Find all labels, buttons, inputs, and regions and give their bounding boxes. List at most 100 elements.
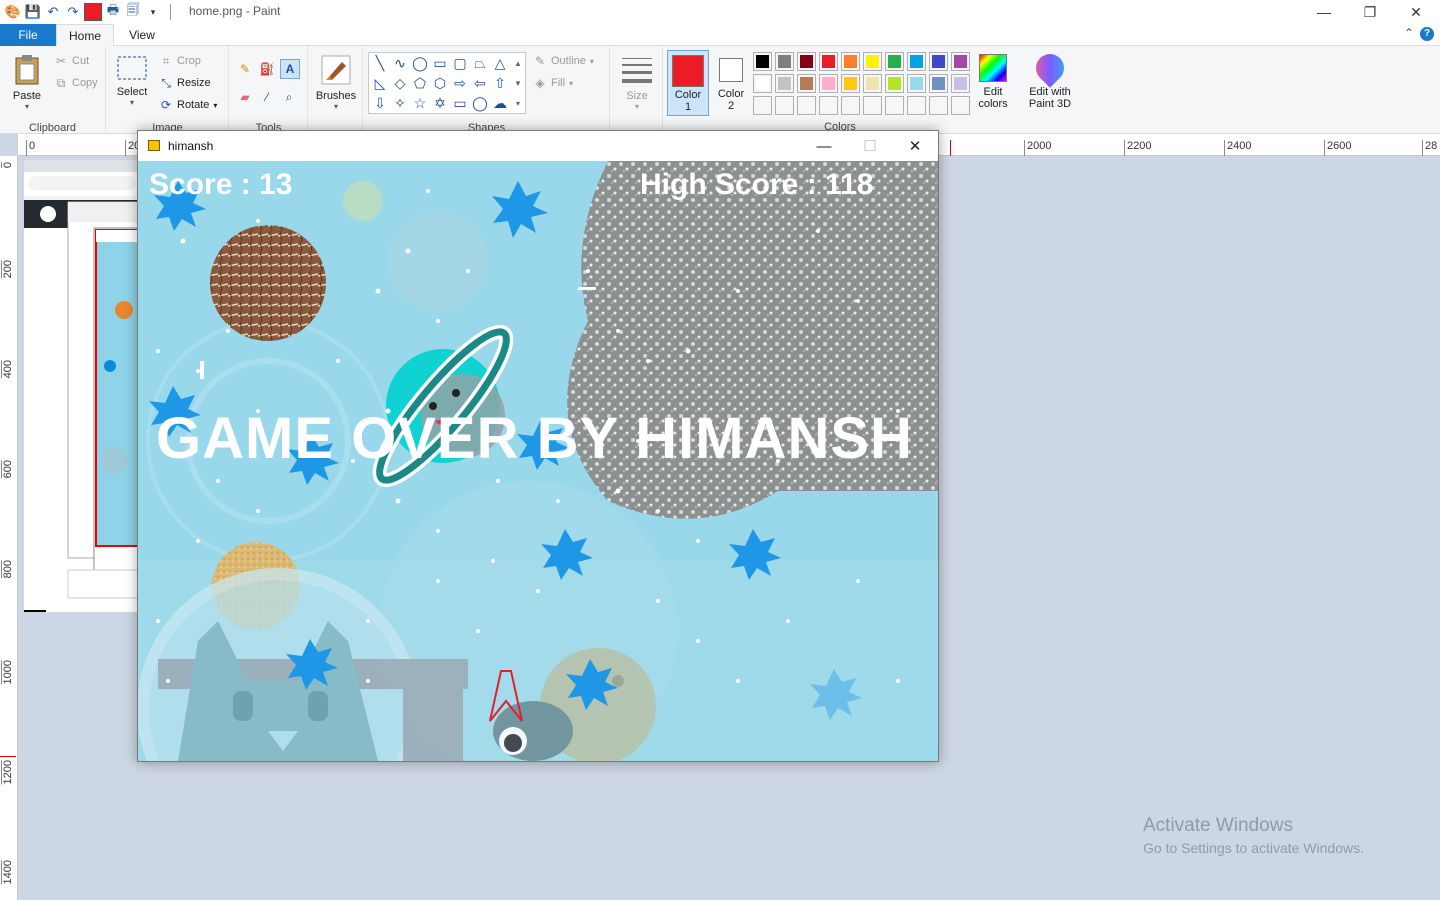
palette-custom-slot[interactable] <box>885 96 904 115</box>
rect-callout-shape-icon[interactable]: ▭ <box>451 94 469 112</box>
rectangle-shape-icon[interactable]: ▭ <box>431 54 449 72</box>
palette-color-swatch[interactable] <box>929 74 948 93</box>
palette-color-swatch[interactable] <box>863 74 882 93</box>
paste-button[interactable]: Paste ▾ <box>8 54 46 111</box>
hexagon-shape-icon[interactable]: ⬡ <box>431 74 449 92</box>
tab-file[interactable]: File <box>0 24 56 46</box>
game-window-title: himansh <box>168 139 214 153</box>
shapes-scroll-up-icon[interactable]: ▲ <box>509 54 527 72</box>
ruler-mark: 800 <box>1 560 14 579</box>
palette-custom-slot[interactable] <box>841 96 860 115</box>
game-window-title-bar[interactable]: himansh — ☐ ✕ <box>138 131 938 161</box>
pencil-icon[interactable]: ✎ <box>238 62 252 76</box>
diamond-shape-icon[interactable]: ◇ <box>391 74 409 92</box>
palette-custom-slot[interactable] <box>951 96 970 115</box>
palette-color-swatch[interactable] <box>907 52 926 71</box>
rounded-rect-shape-icon[interactable]: ▢ <box>451 54 469 72</box>
minimize-button[interactable]: — <box>1301 0 1347 24</box>
resize-button[interactable]: ⤡ Resize <box>159 76 210 90</box>
palette-custom-slot[interactable] <box>753 96 772 115</box>
outline-button[interactable]: ✎ Outline ▾ <box>533 54 594 68</box>
oval-callout-shape-icon[interactable]: ◯ <box>471 94 489 112</box>
palette-color-swatch[interactable] <box>907 74 926 93</box>
up-arrow-shape-icon[interactable]: ⇧ <box>491 74 509 92</box>
restore-button[interactable]: ❐ <box>1347 0 1393 24</box>
palette-color-swatch[interactable] <box>951 52 970 71</box>
game-window[interactable]: himansh — ☐ ✕ Score: 13 High Score: 11… <box>137 130 939 762</box>
palette-color-swatch[interactable] <box>841 74 860 93</box>
palette-color-swatch[interactable] <box>929 52 948 71</box>
pentagon-shape-icon[interactable]: ⬠ <box>411 74 429 92</box>
game-canvas[interactable]: Score : 13 High Score : 118 GAME OVER BY… <box>138 161 938 761</box>
cut-button[interactable]: ✂ Cut <box>54 54 89 68</box>
color1-button[interactable]: Color 1 <box>667 50 709 116</box>
curve-shape-icon[interactable]: ∿ <box>391 54 409 72</box>
palette-color-swatch[interactable] <box>797 74 816 93</box>
palette-custom-slot[interactable] <box>907 96 926 115</box>
left-arrow-shape-icon[interactable]: ⇦ <box>471 74 489 92</box>
save-icon[interactable]: 💾 <box>24 3 42 21</box>
right-triangle-shape-icon[interactable]: ◺ <box>371 74 389 92</box>
redo-icon[interactable]: ↷ <box>64 3 82 21</box>
game-minimize-button[interactable]: — <box>801 131 847 161</box>
fill-button[interactable]: ◈ Fill ▾ <box>533 76 573 90</box>
color2-label: Color <box>717 88 745 100</box>
palette-color-swatch[interactable] <box>885 52 904 71</box>
shapes-scroll-down-icon[interactable]: ▼ <box>509 74 527 92</box>
current-color-swatch[interactable] <box>84 3 102 21</box>
palette-custom-slot[interactable] <box>775 96 794 115</box>
collapse-ribbon-icon[interactable]: ⌃ <box>1404 26 1414 40</box>
palette-color-swatch[interactable] <box>775 52 794 71</box>
edit-colors-button[interactable]: Edit colors <box>972 54 1014 110</box>
cloud-callout-shape-icon[interactable]: ☁ <box>491 94 509 112</box>
edit-with-paint3d-button[interactable]: Edit with Paint 3D <box>1022 48 1078 110</box>
magnifier-icon[interactable]: ⌕ <box>282 90 296 104</box>
eraser-icon[interactable]: ▰ <box>238 90 252 104</box>
paint-app-icon[interactable]: 🎨 <box>4 3 22 21</box>
palette-color-swatch[interactable] <box>885 74 904 93</box>
close-button[interactable]: ✕ <box>1393 0 1439 24</box>
right-arrow-shape-icon[interactable]: ⇨ <box>451 74 469 92</box>
five-point-star-shape-icon[interactable]: ☆ <box>411 94 429 112</box>
palette-color-swatch[interactable] <box>775 74 794 93</box>
palette-color-swatch[interactable] <box>841 52 860 71</box>
palette-color-swatch[interactable] <box>797 52 816 71</box>
oval-shape-icon[interactable]: ◯ <box>411 54 429 72</box>
help-icon[interactable]: ? <box>1420 27 1434 41</box>
select-button[interactable]: Select ▾ <box>115 56 149 107</box>
paint-canvas-image[interactable] <box>24 160 140 612</box>
six-point-star-shape-icon[interactable]: ✡ <box>431 94 449 112</box>
fill-bucket-icon[interactable]: ⛽ <box>260 62 275 76</box>
print-preview-icon[interactable]: 🗐 <box>124 2 142 21</box>
rotate-button[interactable]: ⟳ Rotate ▾ <box>159 98 217 112</box>
customize-qat-icon[interactable]: ▾ <box>144 3 162 21</box>
color2-button[interactable]: Color 2 <box>711 50 751 116</box>
palette-color-swatch[interactable] <box>819 74 838 93</box>
palette-color-swatch[interactable] <box>819 52 838 71</box>
text-tool-icon[interactable]: A <box>280 59 300 79</box>
four-point-star-shape-icon[interactable]: ✧ <box>391 94 409 112</box>
size-button[interactable]: Size ▾ <box>617 54 657 111</box>
palette-custom-slot[interactable] <box>863 96 882 115</box>
tab-view[interactable]: View <box>114 24 170 46</box>
palette-color-swatch[interactable] <box>753 74 772 93</box>
color-picker-icon[interactable]: ⁄ <box>260 90 274 104</box>
triangle-shape-icon[interactable]: △ <box>491 54 509 72</box>
palette-custom-slot[interactable] <box>797 96 816 115</box>
crop-button[interactable]: ⌗ Crop <box>159 54 201 68</box>
tab-home[interactable]: Home <box>56 24 114 47</box>
palette-color-swatch[interactable] <box>951 74 970 93</box>
polygon-shape-icon[interactable]: ⏢ <box>471 54 489 72</box>
shapes-expand-icon[interactable]: ▾ <box>509 94 527 112</box>
palette-color-swatch[interactable] <box>753 52 772 71</box>
game-close-button[interactable]: ✕ <box>892 131 938 161</box>
brushes-button[interactable]: Brushes ▾ <box>313 54 359 111</box>
palette-custom-slot[interactable] <box>929 96 948 115</box>
palette-custom-slot[interactable] <box>819 96 838 115</box>
line-shape-icon[interactable]: ╲ <box>371 54 389 72</box>
print-icon[interactable]: 🖶 <box>104 2 122 21</box>
down-arrow-shape-icon[interactable]: ⇩ <box>371 94 389 112</box>
palette-color-swatch[interactable] <box>863 52 882 71</box>
copy-button[interactable]: ⧉ Copy <box>54 76 98 90</box>
undo-icon[interactable]: ↶ <box>44 3 62 21</box>
